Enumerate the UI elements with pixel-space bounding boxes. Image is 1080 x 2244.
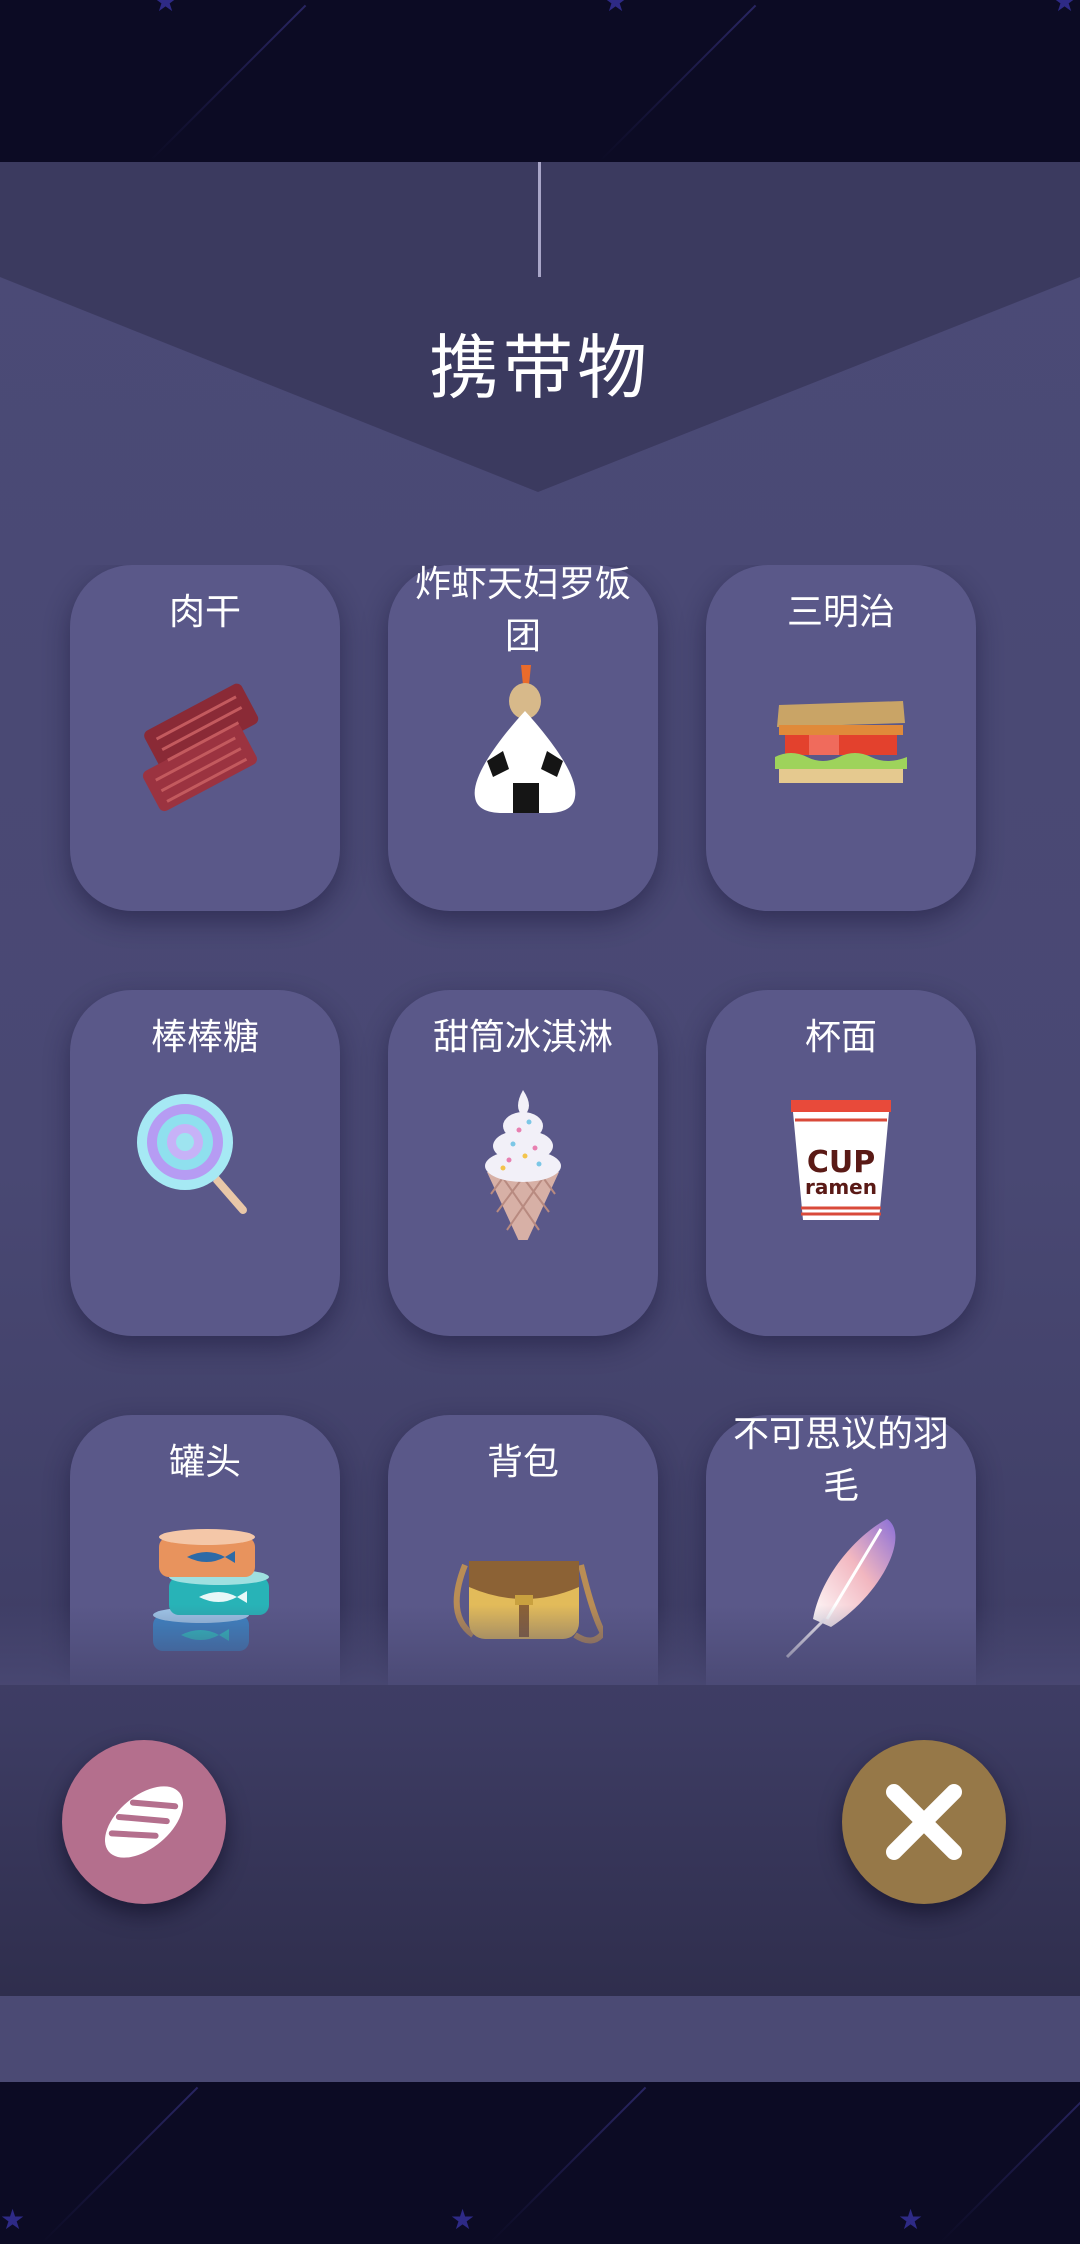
item-label: 杯面 xyxy=(804,1017,877,1058)
item-label: 肉干 xyxy=(168,592,241,633)
page-title: 携带物 xyxy=(429,327,651,409)
item-card-jerky[interactable]: 肉干 xyxy=(70,565,340,911)
item-label: 炸虾天妇罗饭团 xyxy=(414,565,631,657)
feather-button[interactable] xyxy=(62,1740,226,1904)
grid-fade-overlay xyxy=(0,1605,1080,1685)
item-label: 三明治 xyxy=(786,592,895,633)
item-card-lollipop[interactable]: 棒棒糖 xyxy=(70,990,340,1336)
item-label: 不可思议的羽毛 xyxy=(732,1414,949,1507)
hanging-line xyxy=(538,162,541,277)
item-label: 罐头 xyxy=(168,1442,241,1483)
footer-band xyxy=(0,1996,1080,2082)
ice-cream-cone-icon xyxy=(485,1090,561,1240)
bottom-sky-background: ★ ★ ★ xyxy=(0,2082,1080,2244)
feather-badge-icon xyxy=(104,1786,184,1858)
item-label: 背包 xyxy=(486,1442,559,1483)
close-icon xyxy=(886,1784,962,1860)
item-card-sandwich[interactable]: 三明治 xyxy=(706,565,976,911)
item-card-ice-cream[interactable]: 甜筒冰淇淋 xyxy=(388,990,658,1336)
top-sky-background: ★ ★ ★ xyxy=(0,0,1080,162)
close-button[interactable] xyxy=(842,1740,1006,1904)
item-label: 棒棒糖 xyxy=(150,1017,259,1058)
ramen-icon-text: ramen xyxy=(805,1175,877,1199)
lollipop-icon xyxy=(137,1094,247,1214)
item-label: 甜筒冰淇淋 xyxy=(432,1017,613,1058)
item-card-tempura-onigiri[interactable]: 炸虾天妇罗饭团 xyxy=(388,565,658,911)
sandwich-icon xyxy=(775,701,907,783)
item-grid: 肉干 炸虾天妇罗饭团 三明治 棒棒糖 甜筒冰淇淋 杯面 CUP ramen 罐头… xyxy=(0,565,1080,1685)
item-card-cup-ramen[interactable]: 杯面 CUP ramen xyxy=(706,990,976,1336)
jerky-icon xyxy=(142,683,259,812)
cup-ramen-icon: CUP ramen xyxy=(791,1100,891,1220)
tempura-onigiri-icon xyxy=(474,665,576,813)
